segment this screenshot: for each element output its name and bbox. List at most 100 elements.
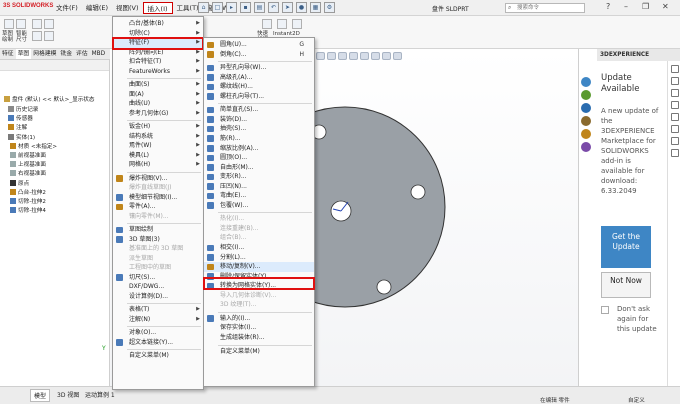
menu-item[interactable]: 缩放比例(A)... [204, 144, 314, 154]
menu-item[interactable]: 压凹(N)... [204, 182, 314, 192]
menu-item[interactable]: 筋(R)... [204, 134, 314, 144]
menu-item[interactable]: 钣金(H) ▶ [113, 122, 203, 132]
tree-root-part[interactable]: 盘件 (默认) << 默认>_显示状态 [4, 96, 95, 104]
tree-item[interactable]: 原点 [10, 179, 29, 188]
options-gear-icon[interactable]: ⚙ [324, 2, 335, 13]
undo-icon[interactable]: ↶ [268, 2, 279, 13]
tree-item[interactable]: 注解 [8, 124, 27, 132]
menu-item[interactable]: 模型细节视图(I)... [113, 193, 203, 203]
menu-item[interactable]: 生成组装体(R)... [204, 333, 314, 343]
menu-item[interactable]: 3D 草图(3) [113, 235, 203, 245]
view-orientation-icon[interactable] [349, 52, 358, 60]
menu-item[interactable]: 面(A) ▶ [113, 90, 203, 100]
menu-item[interactable]: 包覆(W)... [204, 201, 314, 211]
select-icon[interactable]: ➤ [282, 2, 293, 13]
hide-show-icon[interactable] [371, 52, 380, 60]
spline-icon[interactable] [671, 125, 679, 133]
menu-item[interactable]: 弯曲(E)... [204, 191, 314, 201]
menu-item[interactable]: 螺纹线(H)... [204, 82, 314, 92]
menu-item[interactable]: 自定义菜单(M) [113, 351, 203, 361]
tree-item[interactable]: 前视基准面 [10, 152, 46, 160]
shaded-contours-icon[interactable] [292, 19, 302, 29]
get-update-button[interactable]: Get the Update [601, 226, 651, 268]
restore-icon[interactable]: ❐ [642, 2, 649, 11]
menu-item[interactable]: FeatureWorks ▶ [113, 67, 203, 77]
menu-item[interactable]: 自由形(M)... [204, 163, 314, 173]
tree-item[interactable]: 凸台-拉伸2 [10, 188, 46, 197]
rectangle-tool-icon[interactable] [44, 19, 54, 29]
zoom-area-icon[interactable] [316, 52, 325, 60]
tab-model[interactable]: 模型 [30, 389, 51, 402]
3dexperience-icon[interactable] [581, 77, 591, 87]
menu-item-0[interactable]: 文件(F) [52, 2, 82, 14]
tab-1[interactable]: 草图 [15, 49, 32, 59]
tab-0[interactable]: 特征 [0, 49, 16, 59]
menu-item[interactable]: 对象(O)... [113, 328, 203, 338]
tree-item[interactable]: 历史记录 [8, 106, 38, 114]
home-icon[interactable]: ⌂ [198, 2, 209, 13]
line-tool-icon[interactable] [32, 19, 42, 29]
menu-item-1[interactable]: 编辑(E) [82, 2, 112, 14]
design-library-icon[interactable] [581, 103, 591, 113]
menu-item[interactable]: 变形(R)... [204, 172, 314, 182]
display-style-icon[interactable] [360, 52, 369, 60]
new-document-icon[interactable]: □ [212, 2, 223, 13]
instant2d-icon[interactable] [277, 19, 287, 29]
resources-icon[interactable] [581, 90, 591, 100]
menu-item[interactable]: 分割(L)... [204, 253, 314, 263]
menu-item[interactable]: 曲面(S) ▶ [113, 80, 203, 90]
spline-tool-icon[interactable] [44, 31, 54, 41]
file-explorer-icon[interactable] [581, 116, 591, 126]
menu-item[interactable]: 移动/复制(V)... [204, 262, 314, 272]
minimize-icon[interactable]: – [624, 2, 628, 11]
status-custom[interactable]: 自定义 [628, 396, 645, 404]
not-now-button[interactable]: Not Now [601, 272, 651, 298]
tab-3[interactable]: 铣金 [58, 49, 74, 59]
menu-item[interactable]: 抽壳(S)... [204, 124, 314, 134]
tab-4[interactable]: 评估 [74, 49, 90, 59]
point-icon[interactable] [671, 137, 679, 145]
line-icon[interactable] [671, 65, 679, 73]
menu-item[interactable]: 输入的(I)... [204, 314, 314, 324]
menu-item[interactable]: 焉件(W) ▶ [113, 141, 203, 151]
appearances-icon[interactable] [581, 142, 591, 152]
appearance-icon[interactable] [382, 52, 391, 60]
menu-item[interactable]: 设计算例(D)... [113, 292, 203, 302]
menu-item[interactable]: 简单直孔(S)... [204, 105, 314, 115]
quick-snap-icon[interactable] [262, 19, 272, 29]
scene-icon[interactable] [393, 52, 402, 60]
menu-item[interactable]: 相交(I)... [204, 243, 314, 253]
menu-item[interactable]: 参考几何体(G) ▶ [113, 109, 203, 119]
tab-2[interactable]: 网格建模 [31, 49, 58, 59]
close-icon[interactable]: ✕ [662, 2, 669, 11]
tree-item[interactable]: 切除-拉伸2 [10, 198, 46, 206]
tree-item[interactable]: 实体(1) [8, 133, 35, 142]
menu-item[interactable]: 表格(T) ▶ [113, 305, 203, 315]
menu-item[interactable]: DXF/DWG... [113, 282, 203, 292]
menu-item[interactable]: 装饰(D)... [204, 115, 314, 125]
circle-tool-icon[interactable] [32, 31, 42, 41]
menu-item[interactable]: 高级孔(A)... [204, 73, 314, 83]
tree-item[interactable]: 右视基准面 [10, 170, 46, 178]
menu-item[interactable]: 螺柱孔向导(T)... [204, 92, 314, 102]
rebuild-icon[interactable]: ● [296, 2, 307, 13]
view-palette-icon[interactable] [581, 129, 591, 139]
menu-item[interactable]: 保存实体(I)... [204, 323, 314, 333]
circle-icon[interactable] [671, 77, 679, 85]
menu-item-3[interactable]: 插入(I) [142, 2, 173, 14]
tab-3d-views[interactable]: 3D 视图 [54, 389, 82, 400]
text-icon[interactable] [671, 149, 679, 157]
tree-item[interactable]: 上视基准面 [10, 161, 46, 169]
previous-view-icon[interactable] [327, 52, 336, 60]
tree-item[interactable]: 材质 <未指定> [10, 142, 57, 151]
sketch-icon[interactable] [4, 19, 14, 29]
slot-icon[interactable] [671, 113, 679, 121]
print-icon[interactable]: ▤ [254, 2, 265, 13]
polygon-icon[interactable] [671, 101, 679, 109]
save-icon[interactable]: ▪ [240, 2, 251, 13]
menu-item[interactable]: 凸台/基体(B) ▶ [113, 19, 203, 29]
dont-ask-checkbox[interactable] [601, 306, 609, 314]
menu-item[interactable]: 网格(H) ▶ [113, 160, 203, 170]
menu-item[interactable]: 零件(A)... [113, 202, 203, 212]
tab-5[interactable]: MBD [90, 49, 107, 59]
